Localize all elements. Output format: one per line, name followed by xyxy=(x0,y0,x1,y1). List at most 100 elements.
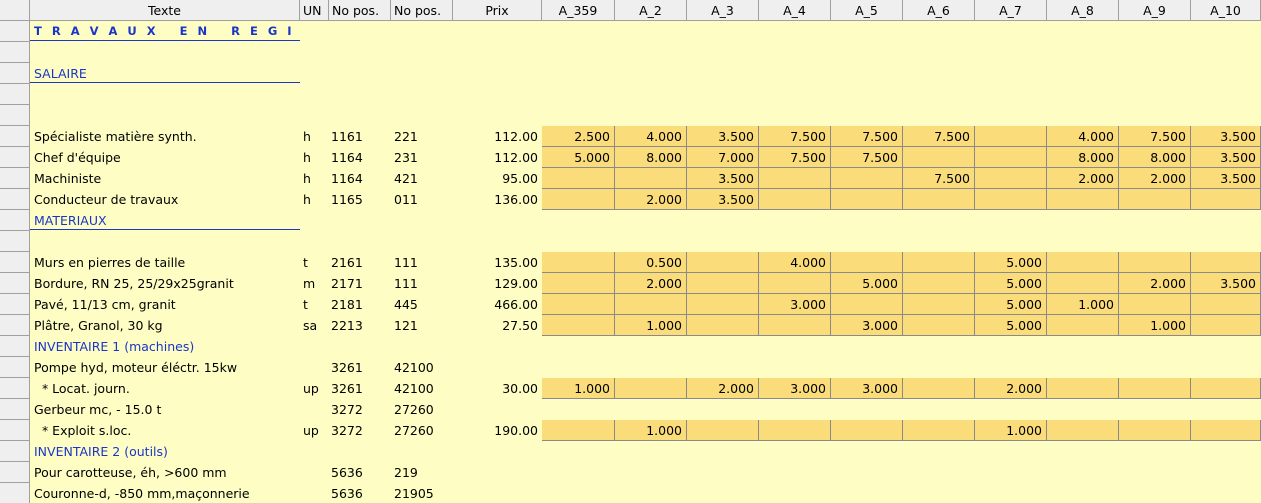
cell-unit[interactable]: h xyxy=(303,126,328,147)
cell-prix[interactable]: 129.00 xyxy=(455,273,538,294)
table-row[interactable]: SALAIRE xyxy=(0,63,1261,84)
cell-prix[interactable]: 136.00 xyxy=(455,189,538,210)
cell-quantity[interactable] xyxy=(1119,294,1191,315)
table-row[interactable]: Chef d'équipe h 1164 231 112.00 5.000 8.000 7.0… xyxy=(0,147,1261,168)
cell-pos1[interactable] xyxy=(331,105,391,126)
column-header-a[interactable]: A_359 xyxy=(542,0,615,21)
cell-prix[interactable] xyxy=(455,105,538,126)
cell-prix[interactable] xyxy=(455,441,538,462)
cell-quantity[interactable]: 3.000 xyxy=(831,315,903,336)
cell-quantity[interactable] xyxy=(1047,378,1119,399)
cell-prix[interactable]: 135.00 xyxy=(455,252,538,273)
cell-pos2[interactable] xyxy=(394,210,452,231)
cell-texte[interactable]: Couronne-d, -850 mm,maçonnerie xyxy=(34,483,300,503)
cell-quantity[interactable] xyxy=(542,420,615,441)
cell-pos2[interactable]: 421 xyxy=(394,168,452,189)
cell-texte[interactable]: Spécialiste matière synth. xyxy=(34,126,300,147)
cell-texte[interactable] xyxy=(34,42,300,63)
cell-quantity[interactable] xyxy=(903,420,975,441)
cell-quantity[interactable]: 7.000 xyxy=(687,147,759,168)
cell-quantity[interactable] xyxy=(1047,189,1119,210)
cell-pos1[interactable] xyxy=(331,21,391,42)
cell-quantity[interactable]: 2.000 xyxy=(1119,168,1191,189)
cell-texte[interactable] xyxy=(34,105,300,126)
cell-quantity[interactable] xyxy=(1119,378,1191,399)
cell-pos1[interactable]: 2161 xyxy=(331,252,391,273)
cell-quantity[interactable] xyxy=(759,168,831,189)
row-selector[interactable] xyxy=(0,168,30,189)
column-header-a[interactable]: A_3 xyxy=(687,0,759,21)
row-selector[interactable] xyxy=(0,441,30,462)
cell-quantity[interactable] xyxy=(687,315,759,336)
cell-quantity[interactable]: 8.000 xyxy=(615,147,687,168)
row-selector[interactable] xyxy=(0,420,30,441)
cell-texte[interactable]: Plâtre, Granol, 30 kg xyxy=(34,315,300,336)
row-selector[interactable] xyxy=(0,147,30,168)
cell-quantity[interactable] xyxy=(1047,252,1119,273)
cell-quantity[interactable] xyxy=(903,189,975,210)
row-selector[interactable] xyxy=(0,252,30,273)
row-selector[interactable] xyxy=(0,105,30,126)
cell-quantity[interactable]: 1.000 xyxy=(615,315,687,336)
table-row[interactable]: Pavé, 11/13 cm, granit t 2181 445 466.00 3.00… xyxy=(0,294,1261,315)
cell-quantity[interactable] xyxy=(1191,378,1261,399)
cell-quantity[interactable] xyxy=(615,294,687,315)
cell-pos2[interactable] xyxy=(394,231,452,252)
cell-pos2[interactable]: 27260 xyxy=(394,399,452,420)
table-row[interactable]: Pompe hyd, moteur éléctr. 15kw 3261 42100 xyxy=(0,357,1261,378)
cell-pos2[interactable]: 445 xyxy=(394,294,452,315)
cell-pos2[interactable]: 42100 xyxy=(394,357,452,378)
cell-quantity[interactable] xyxy=(542,252,615,273)
cell-prix[interactable]: 466.00 xyxy=(455,294,538,315)
cell-quantity[interactable] xyxy=(1047,315,1119,336)
cell-pos2[interactable]: 219 xyxy=(394,462,452,483)
cell-quantity[interactable]: 4.000 xyxy=(615,126,687,147)
cell-prix[interactable] xyxy=(455,462,538,483)
cell-pos2[interactable] xyxy=(394,84,452,105)
cell-prix[interactable]: 30.00 xyxy=(455,378,538,399)
cell-texte[interactable]: Murs en pierres de taille xyxy=(34,252,300,273)
cell-quantity[interactable]: 7.500 xyxy=(903,126,975,147)
cell-pos1[interactable] xyxy=(331,231,391,252)
table-row[interactable]: INVENTAIRE 2 (outils) xyxy=(0,441,1261,462)
corner-header[interactable] xyxy=(0,0,30,21)
cell-quantity[interactable] xyxy=(1191,294,1261,315)
cell-pos2[interactable]: 011 xyxy=(394,189,452,210)
cell-unit[interactable] xyxy=(303,441,328,462)
table-row[interactable]: Pour carotteuse, éh, >600 mm 5636 219 xyxy=(0,462,1261,483)
cell-quantity[interactable] xyxy=(1191,252,1261,273)
cell-pos1[interactable] xyxy=(331,336,391,357)
row-selector[interactable] xyxy=(0,315,30,336)
column-header-a[interactable]: A_5 xyxy=(831,0,903,21)
cell-quantity[interactable]: 3.500 xyxy=(687,189,759,210)
cell-quantity[interactable] xyxy=(831,189,903,210)
cell-texte[interactable]: Gerbeur mc, - 15.0 t xyxy=(34,399,300,420)
cell-quantity[interactable] xyxy=(903,252,975,273)
cell-quantity[interactable]: 7.500 xyxy=(759,147,831,168)
row-selector[interactable] xyxy=(0,336,30,357)
cell-unit[interactable]: h xyxy=(303,147,328,168)
cell-pos2[interactable] xyxy=(394,105,452,126)
cell-unit[interactable] xyxy=(303,462,328,483)
cell-quantity[interactable]: 2.000 xyxy=(687,378,759,399)
cell-prix[interactable]: 190.00 xyxy=(455,420,538,441)
row-selector[interactable] xyxy=(0,483,30,503)
column-header-prix[interactable]: Prix xyxy=(453,0,542,21)
column-header-un[interactable]: UN xyxy=(300,0,329,21)
cell-texte[interactable]: Bordure, RN 25, 25/29x25granit xyxy=(34,273,300,294)
cell-pos1[interactable]: 3261 xyxy=(331,357,391,378)
cell-pos2[interactable]: 21905 xyxy=(394,483,452,503)
table-row[interactable] xyxy=(0,42,1261,63)
cell-pos2[interactable]: 42100 xyxy=(394,378,452,399)
cell-quantity[interactable]: 1.000 xyxy=(1047,294,1119,315)
cell-unit[interactable]: t xyxy=(303,252,328,273)
cell-quantity[interactable]: 3.500 xyxy=(1191,147,1261,168)
cell-quantity[interactable]: 7.500 xyxy=(831,126,903,147)
cell-pos1[interactable]: 3272 xyxy=(331,420,391,441)
cell-unit[interactable] xyxy=(303,399,328,420)
cell-pos2[interactable] xyxy=(394,63,452,84)
cell-quantity[interactable] xyxy=(687,420,759,441)
cell-texte[interactable] xyxy=(34,231,300,252)
cell-pos2[interactable]: 111 xyxy=(394,252,452,273)
cell-quantity[interactable]: 8.000 xyxy=(1047,147,1119,168)
